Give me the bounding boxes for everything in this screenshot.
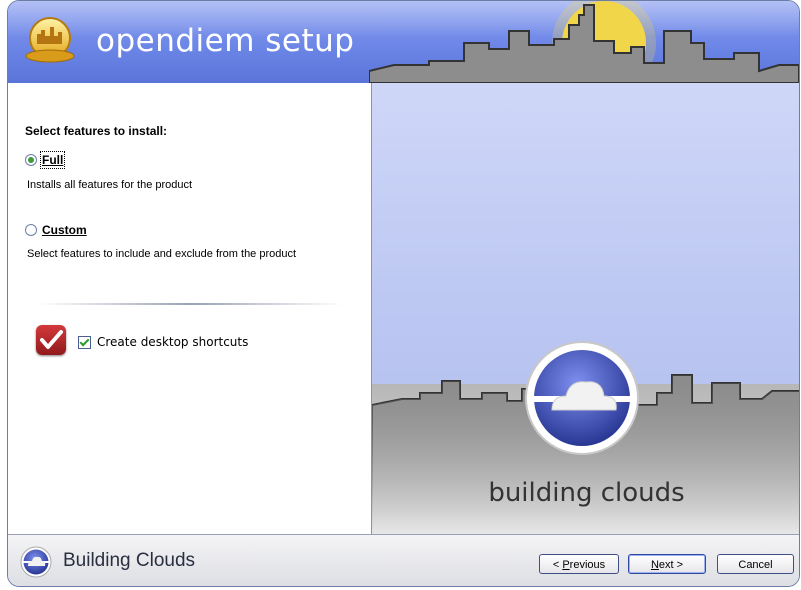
setup-window: opendiem setup Select features to instal… (7, 0, 800, 587)
desktop-shortcuts-option[interactable]: Create desktop shortcuts (78, 335, 248, 349)
checkmark-icon (36, 325, 66, 355)
options-panel: Select features to install: Full Install… (8, 83, 372, 534)
cloud-logo-icon (20, 546, 52, 578)
desktop-shortcuts-label[interactable]: Create desktop shortcuts (97, 335, 248, 349)
graphic-panel: building clouds (372, 83, 799, 534)
full-radio[interactable] (25, 154, 37, 166)
full-label[interactable]: Full (39, 151, 66, 169)
desktop-shortcuts-checkbox[interactable] (78, 335, 91, 349)
full-option[interactable]: Full (25, 151, 66, 169)
tagline: building clouds (488, 478, 685, 508)
cloud-globe-icon (525, 341, 639, 455)
full-description: Installs all features for the product (27, 179, 193, 191)
custom-label[interactable]: Custom (42, 223, 87, 237)
footer-bar: Building Clouds < Previous Next > Cancel (8, 534, 799, 586)
app-title: opendiem setup (96, 23, 355, 59)
divider (38, 303, 343, 305)
header-banner: opendiem setup (8, 1, 799, 84)
header-skyline-graphic (369, 1, 799, 83)
section-heading: Select features to install: (25, 124, 168, 138)
custom-description: Select features to include and exclude f… (27, 248, 297, 260)
cancel-button[interactable]: Cancel (717, 554, 794, 574)
previous-button[interactable]: < Previous (539, 554, 619, 574)
next-button[interactable]: Next > (628, 554, 706, 574)
footer-title: Building Clouds (63, 550, 196, 571)
custom-radio[interactable] (25, 224, 37, 236)
opendiem-logo-icon (25, 17, 75, 63)
custom-option[interactable]: Custom (25, 223, 87, 237)
